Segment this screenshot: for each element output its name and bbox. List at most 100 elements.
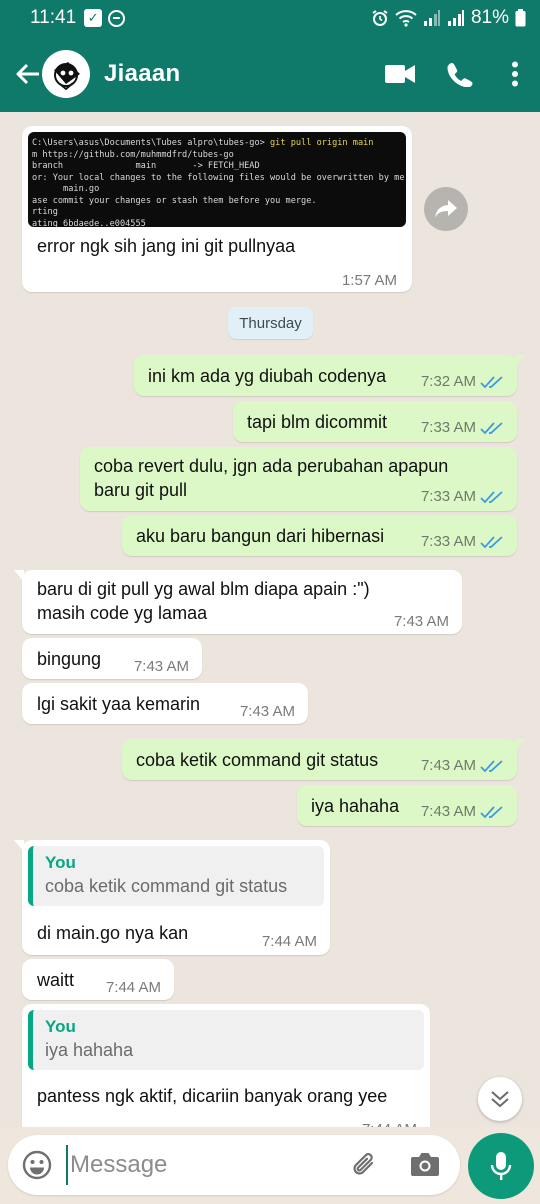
alarm-icon (372, 10, 388, 26)
quote-author: You (45, 853, 76, 872)
notification-check-icon: ✓ (84, 9, 103, 27)
video-call-icon (385, 65, 415, 83)
battery-icon (515, 9, 526, 27)
message-time: 7:43 AM (420, 803, 476, 820)
chat-header: Jiaaan (0, 36, 540, 112)
terminal-line: rting (32, 207, 58, 217)
message-time: 7:32 AM (420, 373, 476, 390)
dnd-icon (108, 9, 126, 27)
terminal-line: or: Your local changes to the following … (32, 172, 406, 183)
status-bar: 11:41 ✓ 81% (0, 0, 540, 36)
message-text: waitt (37, 970, 75, 990)
double-check-icon (480, 536, 503, 549)
message-time: 7:44 AM (105, 979, 161, 996)
message-text: ini km ada yg diubah codenya (148, 366, 387, 386)
back-arrow-icon (16, 63, 39, 85)
video-call-button[interactable] (370, 44, 430, 104)
terminal-line: ating 6bdaede..e004555 (32, 218, 146, 228)
message-time: 7:44 AM (362, 1118, 417, 1127)
message-bubble-incoming[interactable]: lgi sakit yaa kemarin 7:43 AM (22, 683, 308, 724)
message-bubble-incoming[interactable]: bingung 7:43 AM (22, 638, 202, 679)
message-time: 7:44 AM (261, 933, 317, 950)
avatar[interactable] (42, 50, 90, 98)
voice-call-button[interactable] (430, 44, 490, 104)
message-bubble-incoming[interactable]: You coba ketik command git status di mai… (14, 840, 330, 955)
message-time: 7:43 AM (133, 658, 189, 675)
message-text: lgi sakit yaa kemarin (37, 694, 201, 714)
wifi-icon (395, 10, 417, 27)
double-check-icon (480, 806, 503, 819)
phone-icon (447, 63, 473, 87)
terminal-line: main.go (32, 184, 100, 194)
terminal-line: ase commit your changes or stash them be… (32, 195, 317, 206)
message-text: error ngk sih jang ini git pullnyaa (37, 236, 296, 256)
message-meta: 7:43 AM (421, 754, 504, 778)
message-time: 7:43 AM (239, 703, 295, 720)
day-separator: Thursday (228, 307, 313, 339)
contact-name[interactable]: Jiaaan (104, 60, 181, 88)
forward-button[interactable] (424, 187, 468, 231)
message-bubble-outgoing[interactable]: coba revert dulu, jgn ada perubahan apap… (80, 447, 517, 511)
message-text: baru di git pull yg awal blm diapa apain… (37, 579, 370, 599)
battery-percent: 81% (470, 7, 509, 28)
forward-icon (435, 200, 457, 218)
message-meta: 7:33 AM (421, 416, 504, 440)
voice-record-button[interactable] (468, 1133, 534, 1199)
terminal-line: branch main -> FETCH_HEAD (32, 161, 260, 171)
message-meta: 7:33 AM (421, 485, 504, 509)
message-time: 7:43 AM (420, 757, 476, 774)
message-bubble-incoming[interactable]: You iya hahaha pantess ngk aktif, dicari… (22, 1004, 430, 1127)
message-bubble-outgoing[interactable]: aku baru bangun dari hibernasi 7:33 AM (122, 515, 517, 556)
double-check-icon (480, 760, 503, 773)
camera-icon[interactable] (410, 1150, 440, 1178)
signal-1-icon (423, 10, 440, 26)
status-time: 11:41 (30, 7, 77, 28)
message-time: 1:57 AM (341, 272, 397, 289)
message-bubble-outgoing[interactable]: tapi blm dicommit 7:33 AM (233, 401, 517, 442)
message-bubble-incoming[interactable]: waitt 7:44 AM (22, 959, 174, 1000)
avatar-cartoon-icon (54, 62, 80, 91)
message-text: iya hahaha (311, 796, 400, 816)
message-text: di main.go nya kan (37, 923, 189, 943)
screenshot-image[interactable]: C:\Users\asus\Documents\Tubes alpro\tube… (28, 132, 406, 227)
scroll-down-icon (491, 1091, 509, 1108)
message-meta: 7:33 AM (421, 530, 504, 554)
message-input[interactable] (66, 1145, 326, 1185)
scroll-to-bottom-button[interactable] (478, 1077, 522, 1121)
quote-text: coba ketik command git status (45, 876, 288, 896)
message-box[interactable] (8, 1135, 460, 1195)
message-text: baru git pull (94, 480, 188, 500)
quoted-message[interactable]: You iya hahaha (28, 1010, 424, 1070)
message-meta: 7:43 AM (421, 800, 504, 824)
message-text: aku baru bangun dari hibernasi (136, 526, 385, 546)
message-text: pantess ngk aktif, dicariin banyak orang… (37, 1086, 388, 1106)
message-time: 7:43 AM (393, 613, 449, 630)
attach-icon[interactable] (348, 1149, 380, 1181)
terminal-command: git pull origin main (270, 138, 374, 148)
message-bubble-outgoing[interactable]: ini km ada yg diubah codenya 7:32 AM (134, 355, 525, 396)
message-bubble-incoming[interactable]: baru di git pull yg awal blm diapa apain… (14, 570, 462, 634)
double-check-icon (480, 376, 503, 389)
message-text: bingung (37, 649, 102, 669)
mic-icon (490, 1152, 512, 1180)
chat-area[interactable]: C:\Users\asus\Documents\Tubes alpro\tube… (0, 112, 540, 1127)
message-text: tapi blm dicommit (247, 412, 388, 432)
message-time: 7:33 AM (420, 488, 476, 505)
quote-author: You (45, 1017, 76, 1036)
message-bubble-incoming[interactable]: C:\Users\asus\Documents\Tubes alpro\tube… (22, 126, 412, 292)
message-bubble-outgoing[interactable]: coba ketik command git status 7:43 AM (122, 739, 525, 780)
message-text: masih code yg lamaa (37, 603, 208, 623)
message-time: 7:33 AM (420, 419, 476, 436)
signal-2-icon (447, 10, 464, 26)
terminal-line: C:\Users\asus\Documents\Tubes alpro\tube… (32, 138, 270, 148)
message-bubble-outgoing[interactable]: iya hahaha 7:43 AM (297, 785, 517, 826)
double-check-icon (480, 491, 503, 504)
composer-bar (0, 1127, 540, 1204)
message-meta: 7:32 AM (421, 370, 504, 394)
terminal-line: m https://github.com/muhmmdfrd/tubes-go (32, 149, 234, 160)
message-text: coba ketik command git status (136, 750, 379, 770)
more-options-button[interactable] (490, 44, 540, 104)
more-vert-icon (512, 61, 518, 87)
emoji-icon[interactable] (22, 1150, 52, 1180)
quoted-message[interactable]: You coba ketik command git status (28, 846, 324, 906)
